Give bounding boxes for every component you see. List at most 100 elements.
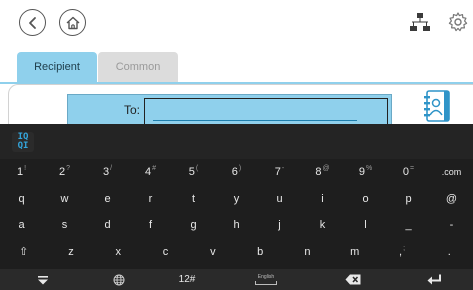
key-label: p bbox=[405, 192, 412, 205]
keyboard-suggestion-bar: IQ QI bbox=[0, 124, 473, 159]
numeric-key[interactable]: 12# bbox=[152, 269, 222, 290]
key-char[interactable]: a bbox=[0, 214, 43, 235]
language-key[interactable] bbox=[86, 269, 152, 290]
key-label: h bbox=[233, 218, 240, 231]
key-char[interactable]: - bbox=[430, 214, 473, 235]
key-label: k bbox=[319, 218, 326, 231]
key-char[interactable]: k bbox=[301, 214, 344, 235]
key-label: g bbox=[190, 218, 197, 231]
key-label: j bbox=[278, 218, 281, 231]
keyboard-row-1: 1! 2? 3/4 #5(6) 7-8 @9% 0 = .com bbox=[0, 161, 473, 182]
key-secondary-label: # bbox=[152, 165, 157, 172]
key-char[interactable]: w bbox=[43, 188, 86, 209]
key-char[interactable]: x bbox=[95, 241, 142, 262]
key-char[interactable]: t bbox=[172, 188, 215, 209]
key-char[interactable]: y bbox=[215, 188, 258, 209]
keyboard-row-3: a s d f g h j k l _ - bbox=[0, 214, 473, 235]
keyboard-bottom-row: 12# English bbox=[0, 269, 473, 290]
key-char[interactable]: v bbox=[189, 241, 236, 262]
tab-common[interactable]: Common bbox=[98, 52, 178, 82]
key-char[interactable]: q bbox=[0, 188, 43, 209]
key-char[interactable]: 0 = bbox=[387, 161, 430, 182]
key-label: f bbox=[148, 218, 153, 231]
keyboard-row-2: q w e r t y u i o p @ bbox=[0, 188, 473, 209]
key-label: r bbox=[148, 192, 153, 205]
key-char[interactable]: b bbox=[237, 241, 284, 262]
hide-keyboard-key[interactable] bbox=[0, 269, 86, 290]
key-char[interactable]: o bbox=[344, 188, 387, 209]
key-char[interactable]: d bbox=[86, 214, 129, 235]
key-char[interactable]: 9% bbox=[344, 161, 387, 182]
key-label: a bbox=[18, 218, 25, 231]
keyboard-logo[interactable]: IQ QI bbox=[12, 132, 34, 152]
key-char[interactable]: . bbox=[426, 241, 473, 262]
hide-keyboard-icon bbox=[38, 275, 48, 284]
gear-icon[interactable] bbox=[446, 10, 470, 34]
key-char[interactable]: 8 @ bbox=[301, 161, 344, 182]
key-secondary-label: @ bbox=[322, 165, 330, 172]
key-secondary-label: ) bbox=[238, 165, 242, 172]
key-label: 4 bbox=[144, 165, 152, 178]
key-char[interactable]: h bbox=[215, 214, 258, 235]
key-char[interactable]: i bbox=[301, 188, 344, 209]
key-char[interactable]: @ bbox=[430, 188, 473, 209]
key-char[interactable]: 1! bbox=[0, 161, 43, 182]
to-label: To: bbox=[123, 103, 140, 117]
key-char[interactable]: 5( bbox=[172, 161, 215, 182]
key-char[interactable]: c bbox=[142, 241, 189, 262]
backspace-icon bbox=[345, 274, 360, 285]
key-label: 3 bbox=[102, 165, 110, 178]
backspace-key[interactable] bbox=[310, 269, 395, 290]
key-shift[interactable]: ⇧ bbox=[0, 241, 47, 262]
space-bar-glyph bbox=[255, 281, 277, 285]
tab-recipient[interactable]: Recipient bbox=[17, 52, 97, 82]
key-secondary-label: ; bbox=[403, 245, 406, 252]
address-book-icon[interactable] bbox=[420, 88, 454, 124]
key-char[interactable]: s bbox=[43, 214, 86, 235]
home-button[interactable] bbox=[59, 9, 86, 36]
key-label: c bbox=[162, 245, 169, 258]
back-button[interactable] bbox=[19, 9, 46, 36]
key-label: o bbox=[362, 192, 369, 205]
space-key[interactable]: English bbox=[222, 269, 310, 290]
key-label: - bbox=[449, 218, 454, 231]
key-label: e bbox=[104, 192, 111, 205]
key-char[interactable]: e bbox=[86, 188, 129, 209]
keyboard-row-4: ⇧ z x c v b n m,;. bbox=[0, 241, 473, 262]
key-char[interactable]: 7- bbox=[258, 161, 301, 182]
key-char[interactable]: 4 # bbox=[129, 161, 172, 182]
key-char[interactable]: _ bbox=[387, 214, 430, 235]
key-char[interactable]: n bbox=[284, 241, 331, 262]
key-label: @ bbox=[445, 192, 458, 205]
key-label: u bbox=[276, 192, 283, 205]
key-label: 6 bbox=[231, 165, 238, 178]
key-label: w bbox=[60, 192, 69, 205]
key-label: 0 bbox=[402, 165, 410, 178]
key-char[interactable]: u bbox=[258, 188, 301, 209]
key-label: ⇧ bbox=[19, 246, 29, 258]
key-char[interactable]: g bbox=[172, 214, 215, 235]
key-char[interactable]: r bbox=[129, 188, 172, 209]
key-char[interactable]: l bbox=[344, 214, 387, 235]
key-char[interactable]: f bbox=[129, 214, 172, 235]
key-label: t bbox=[191, 192, 196, 205]
key-char[interactable]: j bbox=[258, 214, 301, 235]
key-char[interactable]: 6) bbox=[215, 161, 258, 182]
to-input[interactable] bbox=[144, 98, 388, 125]
key-char[interactable]: 2? bbox=[43, 161, 86, 182]
key-label: i bbox=[321, 192, 324, 205]
key-label: q bbox=[18, 192, 25, 205]
key-char[interactable]: 3/ bbox=[86, 161, 129, 182]
key-char[interactable]: p bbox=[387, 188, 430, 209]
key-label: 2 bbox=[58, 165, 66, 178]
key-label: 8 bbox=[315, 165, 322, 178]
key-char[interactable]: z bbox=[47, 241, 94, 262]
network-icon[interactable] bbox=[409, 11, 431, 33]
enter-key[interactable] bbox=[395, 269, 473, 290]
key-char[interactable]: ,; bbox=[378, 241, 425, 262]
key-label: v bbox=[210, 245, 216, 258]
key-label: m bbox=[350, 245, 360, 258]
key-char[interactable]: m bbox=[331, 241, 378, 262]
key-dotcom[interactable]: .com bbox=[430, 161, 473, 182]
key-label: y bbox=[233, 192, 240, 205]
